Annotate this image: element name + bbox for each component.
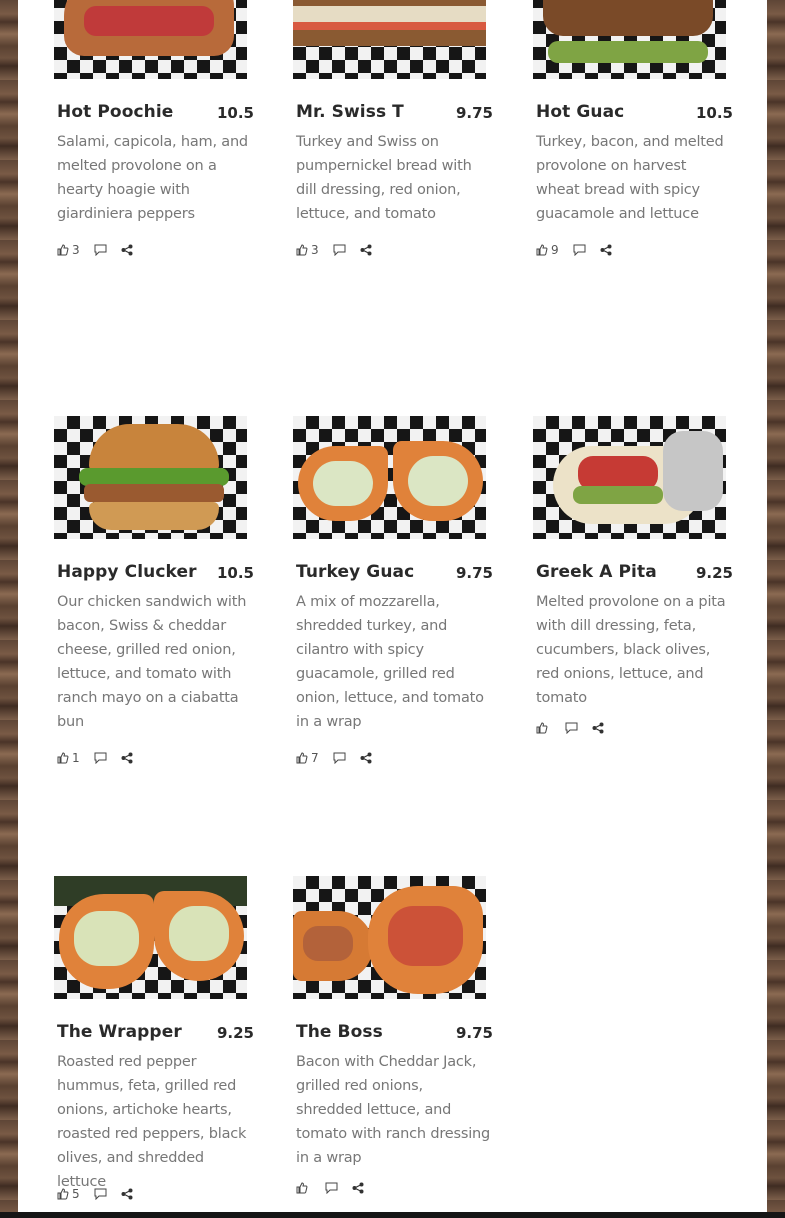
share-icon (360, 244, 372, 256)
like-button[interactable]: 1 (57, 751, 80, 765)
item-description: Melted provolone on a pita with dill dre… (536, 594, 726, 706)
comment-button[interactable] (94, 1188, 107, 1200)
comment-icon (565, 722, 578, 734)
thumbs-up-icon (536, 244, 548, 256)
item-actions: 3 (296, 242, 386, 258)
item-price: 10.5 (216, 564, 254, 582)
menu-item-photo[interactable] (293, 416, 486, 539)
share-button[interactable] (360, 752, 372, 764)
comment-button[interactable] (325, 1182, 338, 1194)
thumbs-up-icon (57, 244, 69, 256)
item-actions (536, 720, 618, 736)
menu-item-photo[interactable] (54, 0, 247, 79)
thumbs-up-icon (57, 752, 69, 764)
comment-button[interactable] (573, 244, 586, 256)
comment-button[interactable] (94, 752, 107, 764)
item-title: Hot Guac (536, 102, 625, 122)
share-icon (121, 244, 133, 256)
item-title: Mr. Swiss T (296, 102, 404, 122)
item-actions: 5 (57, 1186, 147, 1202)
like-count: 5 (72, 1187, 80, 1201)
thumbs-up-icon (57, 1188, 69, 1200)
item-price: 10.5 (695, 104, 733, 122)
comment-button[interactable] (565, 722, 578, 734)
comment-button[interactable] (333, 752, 346, 764)
share-button[interactable] (121, 244, 133, 256)
like-button[interactable]: 9 (536, 243, 559, 257)
item-description: A mix of mozzarella, shredded turkey, an… (296, 594, 484, 730)
menu-item-photo[interactable] (293, 0, 486, 79)
item-description: Our chicken sandwich with bacon, Swiss &… (57, 594, 247, 730)
comment-icon (333, 244, 346, 256)
menu-item-photo[interactable] (293, 876, 486, 999)
share-icon (592, 722, 604, 734)
like-button[interactable]: 3 (57, 243, 80, 257)
share-button[interactable] (121, 752, 133, 764)
menu-item-photo[interactable] (54, 416, 247, 539)
bottom-bar (0, 1212, 785, 1218)
like-count: 3 (72, 243, 80, 257)
comment-icon (94, 1188, 107, 1200)
share-icon (600, 244, 612, 256)
thumbs-up-icon (296, 244, 308, 256)
like-button[interactable] (296, 1182, 311, 1194)
comment-button[interactable] (333, 244, 346, 256)
share-icon (360, 752, 372, 764)
item-actions: 7 (296, 750, 386, 766)
item-price: 9.75 (455, 564, 493, 582)
item-actions (296, 1180, 378, 1196)
item-description: Turkey, bacon, and melted provolone on h… (536, 134, 724, 222)
share-button[interactable] (360, 244, 372, 256)
comment-icon (573, 244, 586, 256)
like-button[interactable]: 5 (57, 1187, 80, 1201)
item-price: 9.75 (455, 1024, 493, 1042)
item-price: 9.25 (695, 564, 733, 582)
item-description: Turkey and Swiss on pumpernickel bread w… (296, 134, 472, 222)
item-title: Greek A Pita (536, 562, 657, 582)
thumbs-up-icon (296, 1182, 308, 1194)
item-actions: 3 (57, 242, 147, 258)
item-actions: 1 (57, 750, 147, 766)
like-count: 3 (311, 243, 319, 257)
like-button[interactable]: 7 (296, 751, 319, 765)
like-count: 9 (551, 243, 559, 257)
item-description: Bacon with Cheddar Jack, grilled red oni… (296, 1054, 491, 1166)
share-icon (352, 1182, 364, 1194)
item-description: Salami, capicola, ham, and melted provol… (57, 134, 248, 222)
item-price: 10.5 (216, 104, 254, 122)
like-count: 7 (311, 751, 319, 765)
item-title: The Wrapper (57, 1022, 182, 1042)
share-button[interactable] (121, 1188, 133, 1200)
menu-item-photo[interactable] (54, 876, 247, 999)
thumbs-up-icon (536, 722, 548, 734)
share-button[interactable] (592, 722, 604, 734)
like-button[interactable]: 3 (296, 243, 319, 257)
comment-icon (325, 1182, 338, 1194)
item-title: Turkey Guac (296, 562, 415, 582)
comment-button[interactable] (94, 244, 107, 256)
item-actions: 9 (536, 242, 626, 258)
thumbs-up-icon (296, 752, 308, 764)
comment-icon (333, 752, 346, 764)
comment-icon (94, 752, 107, 764)
comment-icon (94, 244, 107, 256)
item-title: Hot Poochie (57, 102, 174, 122)
menu-item-photo[interactable] (533, 416, 726, 539)
share-button[interactable] (600, 244, 612, 256)
item-description: Roasted red pepper hummus, feta, grilled… (57, 1054, 247, 1190)
item-price: 9.25 (216, 1024, 254, 1042)
share-icon (121, 752, 133, 764)
menu-item-photo[interactable] (533, 0, 726, 79)
item-title: The Boss (296, 1022, 383, 1042)
item-price: 9.75 (455, 104, 493, 122)
share-button[interactable] (352, 1182, 364, 1194)
like-button[interactable] (536, 722, 551, 734)
share-icon (121, 1188, 133, 1200)
item-title: Happy Clucker (57, 562, 197, 582)
like-count: 1 (72, 751, 80, 765)
